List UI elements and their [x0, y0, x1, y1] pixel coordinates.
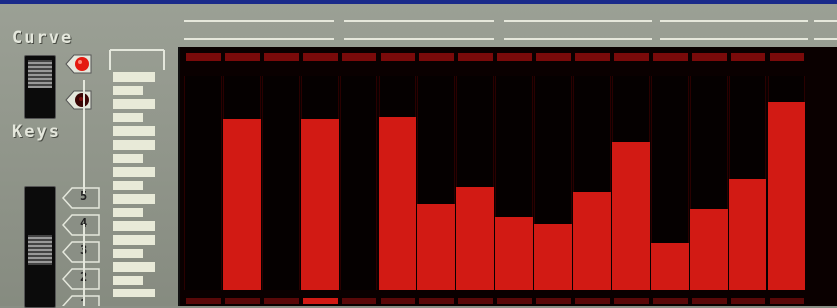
step-indicator-15	[730, 53, 766, 61]
step-indicator-9	[497, 53, 533, 61]
piano-key	[113, 126, 155, 136]
step-column-7[interactable]	[417, 76, 456, 290]
piano-key	[113, 72, 155, 82]
piano-key	[113, 154, 143, 163]
step-indicator-3	[263, 53, 299, 61]
piano-key	[113, 194, 155, 204]
step-bar-4[interactable]	[300, 118, 339, 290]
step-background	[339, 76, 378, 290]
piano-key	[113, 208, 143, 217]
step-indicator-7	[419, 53, 455, 61]
step-bar-12[interactable]	[611, 142, 650, 290]
step-column-4[interactable]	[300, 76, 339, 290]
piano-key	[113, 249, 143, 258]
piano-key	[113, 86, 143, 95]
step-bar-10[interactable]	[534, 223, 572, 290]
step-background	[261, 76, 300, 290]
step-column-3[interactable]	[261, 76, 300, 290]
step-indicator-10	[536, 53, 571, 61]
bar-bracket-1	[184, 16, 334, 44]
step-gate-pad-8[interactable]	[458, 298, 494, 304]
step-indicator-16	[769, 53, 805, 61]
step-indicator-4	[302, 53, 338, 61]
step-column-10[interactable]	[534, 76, 572, 290]
step-bar-7[interactable]	[417, 204, 456, 290]
step-bar-6[interactable]	[378, 116, 417, 290]
step-gate-pad-16[interactable]	[769, 298, 805, 304]
step-column-15[interactable]	[728, 76, 767, 290]
piano-key	[113, 181, 143, 190]
step-bar-13[interactable]	[650, 242, 689, 290]
step-bar-15[interactable]	[728, 178, 767, 290]
step-column-9[interactable]	[495, 76, 534, 290]
step-indicator-14	[691, 53, 727, 61]
piano-key	[113, 289, 155, 297]
step-column-8[interactable]	[456, 76, 495, 290]
step-gate-pad-6[interactable]	[380, 298, 416, 304]
piano-key	[113, 276, 143, 285]
step-column-6[interactable]	[378, 76, 417, 290]
curve-switch-knob[interactable]	[28, 60, 52, 88]
step-gate-pad-9[interactable]	[497, 298, 533, 304]
bar-bracket-4	[660, 16, 808, 44]
piano-keyboard	[113, 72, 155, 297]
keys-label: Keys	[12, 122, 61, 142]
octave-switch-knob[interactable]	[28, 235, 52, 265]
step-column-13[interactable]	[650, 76, 689, 290]
step-indicator-11	[575, 53, 610, 61]
step-background	[184, 76, 222, 290]
octave-range-switch[interactable]	[24, 186, 56, 308]
step-bar-2[interactable]	[222, 118, 261, 290]
step-indicator-5	[341, 53, 377, 61]
curve-mode-switch[interactable]	[24, 55, 56, 119]
step-column-5[interactable]	[339, 76, 378, 290]
step-column-14[interactable]	[689, 76, 728, 290]
step-bar-9[interactable]	[495, 217, 534, 290]
step-bar-14[interactable]	[689, 208, 728, 290]
step-gate-pad-11[interactable]	[575, 298, 610, 304]
step-gate-pad-12[interactable]	[613, 298, 649, 304]
step-gate-pad-10[interactable]	[536, 298, 571, 304]
step-grid[interactable]	[178, 47, 837, 306]
step-column-1[interactable]	[184, 76, 222, 290]
step-indicator-1	[186, 53, 221, 61]
bar-bracket-3	[504, 16, 652, 44]
piano-key	[113, 235, 155, 245]
step-indicator-13	[652, 53, 688, 61]
bar-bracket-2	[344, 16, 494, 44]
step-indicator-2	[224, 53, 260, 61]
step-bar-8[interactable]	[456, 187, 495, 290]
step-indicator-12	[613, 53, 649, 61]
step-indicator-6	[380, 53, 416, 61]
bar-bracket-5	[814, 16, 837, 44]
piano-key	[113, 140, 155, 150]
step-bar-11[interactable]	[573, 191, 611, 290]
step-column-2[interactable]	[222, 76, 261, 290]
piano-key	[113, 221, 155, 231]
piano-key	[113, 113, 143, 122]
step-column-12[interactable]	[611, 76, 650, 290]
step-bar-16[interactable]	[767, 101, 806, 290]
step-column-11[interactable]	[573, 76, 611, 290]
piano-key	[113, 167, 155, 177]
step-gate-pad-4[interactable]	[302, 298, 338, 304]
step-gate-pad-14[interactable]	[691, 298, 727, 304]
step-gate-pad-13[interactable]	[652, 298, 688, 304]
step-indicator-8	[458, 53, 494, 61]
step-gate-pad-1[interactable]	[186, 298, 221, 304]
curve-label: Curve	[12, 28, 74, 48]
step-column-16[interactable]	[767, 76, 806, 290]
step-gate-pad-2[interactable]	[224, 298, 260, 304]
piano-key	[113, 262, 155, 272]
piano-key	[113, 99, 155, 109]
step-gate-pad-15[interactable]	[730, 298, 766, 304]
step-gate-pad-5[interactable]	[341, 298, 377, 304]
step-gate-pad-7[interactable]	[419, 298, 455, 304]
step-gate-pad-3[interactable]	[263, 298, 299, 304]
